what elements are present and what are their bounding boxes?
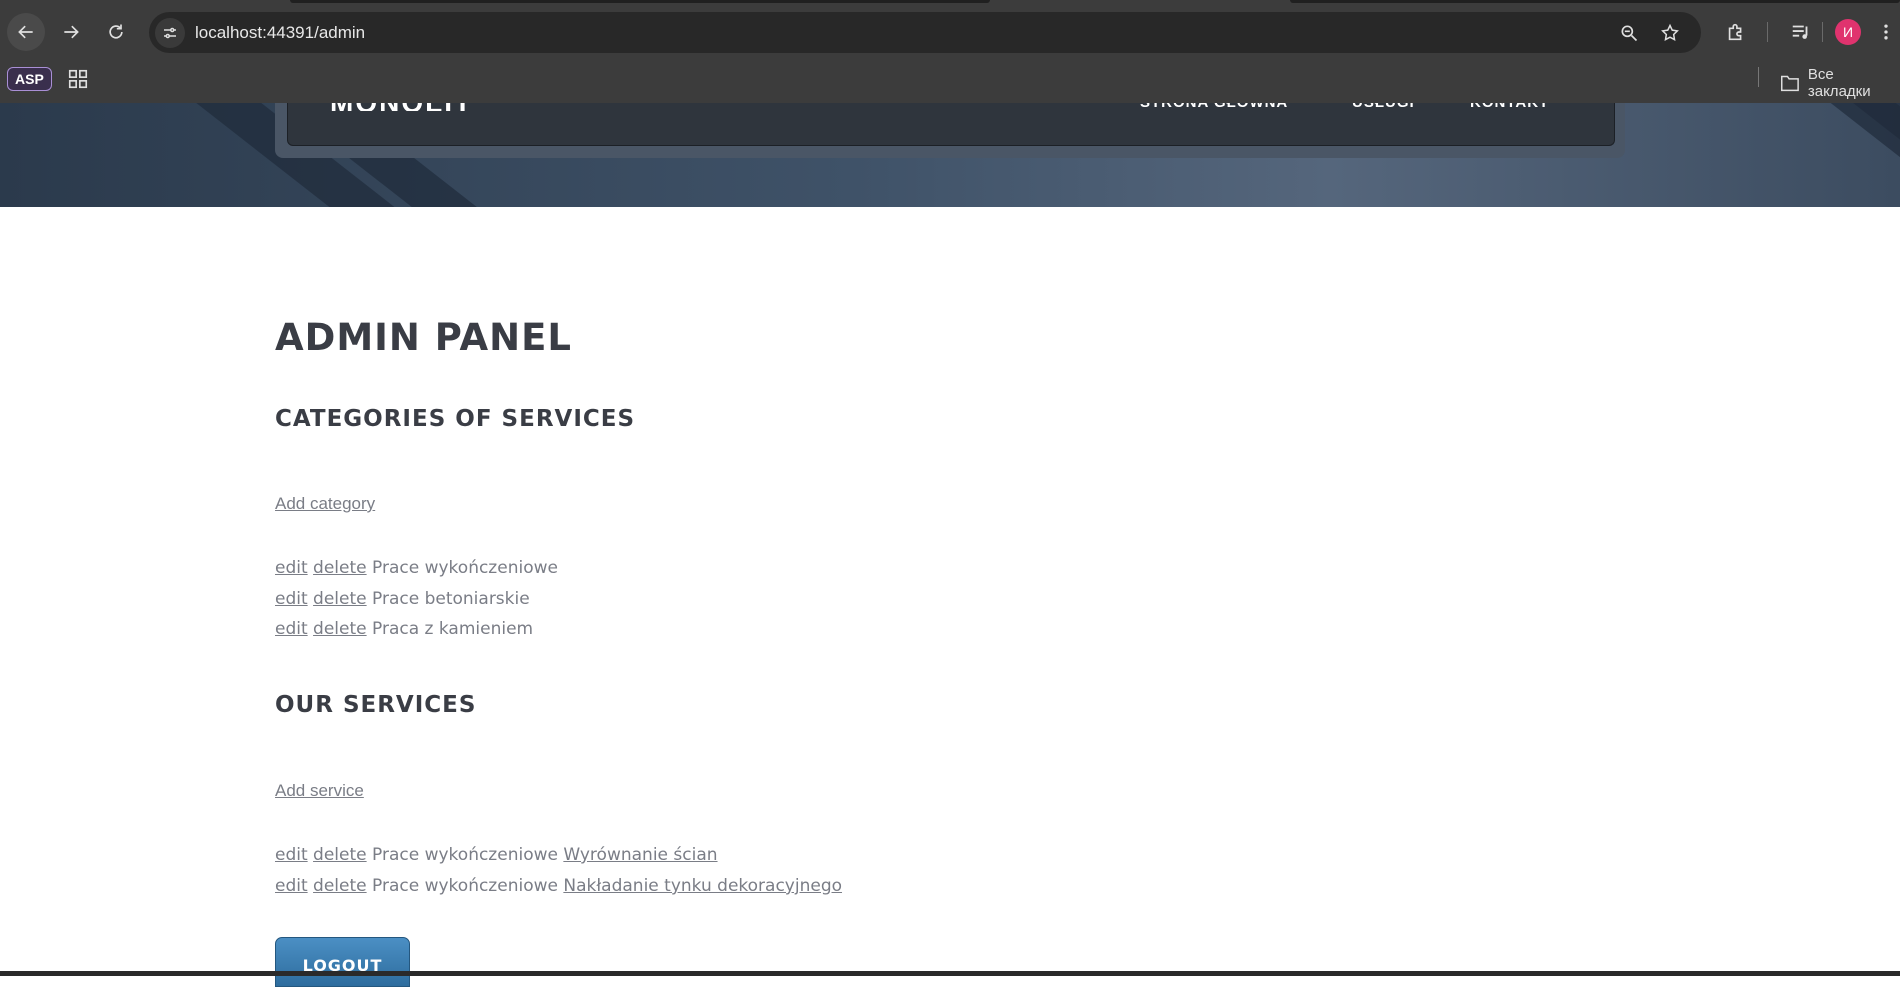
category-name: Prace wykończeniowe [372,558,558,578]
window-bottom-edge [0,971,1900,976]
delete-service-link[interactable]: delete [313,876,367,896]
service-name-link[interactable]: Nakładanie tynku dekoracyjnego [563,876,842,896]
toolbar-divider [1767,22,1768,42]
delete-category-link[interactable]: delete [313,558,367,578]
tune-icon [164,27,176,38]
service-row: edit delete Prace wykończeniowe Nakładan… [275,876,842,896]
delete-service-link[interactable]: delete [313,845,367,865]
browser-toolbar: localhost:44391/admin И [0,0,1900,64]
service-row: edit delete Prace wykończeniowe Wyrównan… [275,845,718,865]
nav-link-home[interactable]: STRONA GŁÓWNA [1140,103,1288,109]
nav-link-services[interactable]: USŁUGI [1352,103,1415,109]
address-bar[interactable]: localhost:44391/admin [149,12,1701,53]
banner-stripe [1691,103,1900,207]
site-info-button[interactable] [155,17,185,48]
logout-button[interactable]: LOGOUT [275,937,410,987]
categories-heading: CATEGORIES OF SERVICES [275,406,636,432]
all-bookmarks-folder[interactable]: Все закладки [1780,66,1900,100]
service-category: Prace wykończeniowe [372,845,558,865]
bookmark-star-button[interactable] [1655,18,1685,48]
all-bookmarks-label: Все закладки [1807,66,1871,100]
reload-button[interactable] [97,13,135,51]
more-vert-icon [1884,24,1888,40]
url-text[interactable]: localhost:44391/admin [195,23,365,43]
arrow-right-icon [64,25,79,39]
apps-grid-icon[interactable] [67,68,89,90]
category-name: Praca z kamieniem [372,619,534,639]
profile-avatar[interactable]: И [1835,19,1861,45]
nav-link-contact[interactable]: KONTAKT [1470,103,1549,109]
bookmarks-divider [1758,67,1759,87]
bookmarks-bar [0,64,1900,104]
add-service-link[interactable]: Add service [275,781,364,801]
delete-category-link[interactable]: delete [313,619,367,639]
category-row: edit delete Prace betoniarskie [275,589,530,609]
reload-icon [109,24,123,39]
category-name: Prace betoniarskie [372,589,530,609]
toolbar-divider [1822,22,1823,42]
queue-music-icon [1792,25,1808,39]
extensions-button[interactable] [1721,17,1751,47]
puzzle-icon [1728,23,1742,41]
edit-category-link[interactable]: edit [275,589,308,609]
edit-service-link[interactable]: edit [275,876,308,896]
edit-category-link[interactable]: edit [275,619,308,639]
category-row: edit delete Praca z kamieniem [275,619,533,639]
category-row: edit delete Prace wykończeniowe [275,558,558,578]
back-button[interactable] [7,13,45,51]
zoom-out-icon [1621,25,1638,42]
services-heading: OUR SERVICES [275,692,477,718]
browser-menu-button[interactable] [1876,17,1896,47]
service-name-link[interactable]: Wyrównanie ścian [563,845,717,865]
site-header-banner [0,103,1900,207]
tab-edge [290,0,990,3]
edit-category-link[interactable]: edit [275,558,308,578]
delete-category-link[interactable]: delete [313,589,367,609]
site-logo[interactable]: MONOLIT [330,103,473,111]
media-controls-button[interactable] [1786,17,1816,47]
zoom-button[interactable] [1614,18,1644,48]
add-category-link[interactable]: Add category [275,494,375,514]
star-icon [1661,23,1679,41]
tab-edge [1290,0,1900,3]
edit-service-link[interactable]: edit [275,845,308,865]
bookmark-asp[interactable]: ASP [7,67,52,91]
arrow-left-icon [18,25,33,39]
page-title: ADMIN PANEL [275,316,572,359]
folder-icon [1781,75,1799,92]
site-navbar [287,103,1615,146]
forward-button[interactable] [52,13,90,51]
service-category: Prace wykończeniowe [372,876,558,896]
